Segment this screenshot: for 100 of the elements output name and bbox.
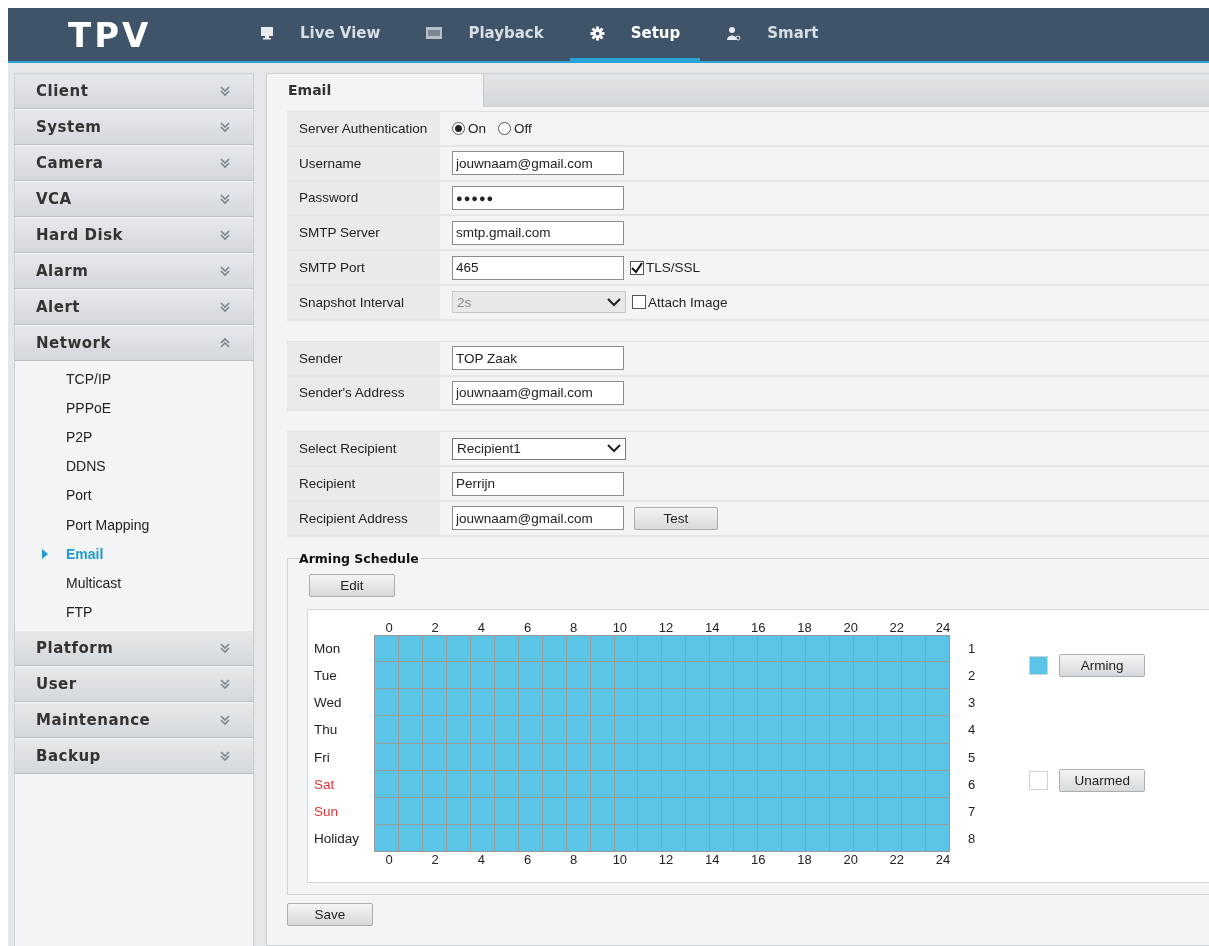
schedule-cell[interactable] bbox=[470, 635, 495, 662]
schedule-cell[interactable] bbox=[614, 689, 639, 717]
sidebar-item[interactable]: FTP bbox=[15, 597, 253, 627]
sidebar-section[interactable]: Backup bbox=[15, 738, 253, 774]
radio-option[interactable]: On bbox=[452, 120, 486, 136]
schedule-cell[interactable] bbox=[494, 716, 519, 744]
sidebar-item[interactable]: PPPoE bbox=[15, 393, 253, 423]
schedule-cell[interactable] bbox=[542, 825, 567, 853]
checkbox[interactable]: TLS/SSL bbox=[630, 260, 701, 276]
schedule-cell[interactable] bbox=[590, 635, 615, 662]
schedule-cell[interactable] bbox=[878, 825, 902, 853]
input-field[interactable]: TOP Zaak bbox=[452, 346, 624, 371]
schedule-cell[interactable] bbox=[662, 797, 687, 826]
sidebar-section[interactable]: System bbox=[15, 110, 253, 145]
schedule-cell[interactable] bbox=[710, 635, 735, 662]
sidebar-section[interactable]: User bbox=[15, 666, 253, 702]
schedule-cell[interactable] bbox=[878, 770, 902, 798]
schedule-cell[interactable] bbox=[901, 689, 926, 717]
schedule-cell[interactable] bbox=[734, 635, 759, 662]
schedule-cell[interactable] bbox=[422, 825, 447, 853]
schedule-cell[interactable] bbox=[518, 825, 543, 853]
schedule-cell[interactable] bbox=[638, 743, 663, 771]
sidebar-section[interactable]: Camera bbox=[15, 146, 253, 181]
radio-option[interactable]: Off bbox=[498, 120, 532, 136]
schedule-cell[interactable] bbox=[446, 825, 471, 853]
schedule-cell[interactable] bbox=[614, 635, 639, 662]
schedule-cell[interactable] bbox=[375, 797, 399, 826]
schedule-cell[interactable] bbox=[758, 797, 783, 826]
sidebar-section[interactable]: Alarm bbox=[15, 254, 253, 289]
schedule-cell[interactable] bbox=[614, 716, 639, 744]
schedule-cell[interactable] bbox=[758, 661, 783, 690]
schedule-cell[interactable] bbox=[662, 825, 687, 853]
schedule-cell[interactable] bbox=[590, 716, 615, 744]
schedule-cell[interactable] bbox=[806, 716, 831, 744]
schedule-cell[interactable] bbox=[782, 743, 807, 771]
schedule-cell[interactable] bbox=[470, 716, 495, 744]
schedule-cell[interactable] bbox=[830, 797, 855, 826]
schedule-cell[interactable] bbox=[854, 825, 878, 853]
schedule-cell[interactable] bbox=[686, 689, 711, 717]
schedule-cell[interactable] bbox=[422, 689, 447, 717]
schedule-cell[interactable] bbox=[590, 689, 615, 717]
schedule-cell[interactable] bbox=[375, 770, 399, 798]
input-field[interactable]: smtp.gmail.com bbox=[452, 220, 624, 245]
schedule-cell[interactable] bbox=[375, 661, 399, 690]
schedule-cell[interactable] bbox=[710, 689, 735, 717]
schedule-cell[interactable] bbox=[758, 825, 783, 853]
schedule-cell[interactable] bbox=[806, 770, 831, 798]
schedule-cell[interactable] bbox=[566, 716, 591, 744]
schedule-cell[interactable] bbox=[686, 661, 711, 690]
schedule-cell[interactable] bbox=[878, 797, 902, 826]
schedule-cell[interactable] bbox=[662, 743, 687, 771]
schedule-cell[interactable] bbox=[806, 825, 831, 853]
schedule-cell[interactable] bbox=[375, 825, 399, 853]
schedule-cell[interactable] bbox=[494, 825, 519, 853]
schedule-cell[interactable] bbox=[734, 797, 759, 826]
schedule-cell[interactable] bbox=[662, 661, 687, 690]
schedule-cell[interactable] bbox=[830, 743, 855, 771]
sidebar-section[interactable]: Maintenance bbox=[15, 702, 253, 738]
save-button[interactable]: Save bbox=[287, 902, 373, 926]
schedule-cell[interactable] bbox=[782, 635, 807, 662]
schedule-cell[interactable] bbox=[710, 825, 735, 853]
sidebar-item[interactable]: P2P bbox=[15, 422, 253, 452]
schedule-cell[interactable] bbox=[901, 825, 926, 853]
schedule-cell[interactable] bbox=[710, 716, 735, 744]
schedule-cell[interactable] bbox=[806, 689, 831, 717]
schedule-cell[interactable] bbox=[638, 716, 663, 744]
input-field[interactable]: 465 bbox=[452, 255, 624, 280]
schedule-cell[interactable] bbox=[758, 689, 783, 717]
schedule-cell[interactable] bbox=[734, 716, 759, 744]
schedule-cell[interactable] bbox=[566, 825, 591, 853]
sidebar-item[interactable]: Multicast bbox=[15, 568, 253, 598]
schedule-cell[interactable] bbox=[758, 635, 783, 662]
schedule-cell[interactable] bbox=[710, 743, 735, 771]
schedule-cell[interactable] bbox=[494, 635, 519, 662]
schedule-cell[interactable] bbox=[686, 825, 711, 853]
schedule-cell[interactable] bbox=[758, 770, 783, 798]
schedule-cell[interactable] bbox=[398, 716, 423, 744]
nav-tab[interactable]: Live View bbox=[240, 8, 401, 61]
schedule-cell[interactable] bbox=[710, 661, 735, 690]
sidebar-item[interactable]: Port bbox=[15, 480, 253, 510]
schedule-cell[interactable] bbox=[494, 689, 519, 717]
legend-button[interactable]: Unarmed bbox=[1059, 768, 1146, 792]
schedule-cell[interactable] bbox=[901, 716, 926, 744]
schedule-cell[interactable] bbox=[542, 716, 567, 744]
schedule-cell[interactable] bbox=[662, 716, 687, 744]
schedule-cell[interactable] bbox=[734, 825, 759, 853]
schedule-cell[interactable] bbox=[830, 770, 855, 798]
schedule-cell[interactable] bbox=[662, 770, 687, 798]
schedule-cell[interactable] bbox=[518, 716, 543, 744]
schedule-cell[interactable] bbox=[398, 825, 423, 853]
schedule-cell[interactable] bbox=[375, 743, 399, 771]
schedule-cell[interactable] bbox=[925, 716, 950, 744]
schedule-cell[interactable] bbox=[925, 635, 950, 662]
schedule-cell[interactable] bbox=[925, 825, 950, 853]
schedule-cell[interactable] bbox=[566, 635, 591, 662]
schedule-cell[interactable] bbox=[806, 797, 831, 826]
schedule-cell[interactable] bbox=[662, 689, 687, 717]
schedule-cell[interactable] bbox=[925, 689, 950, 717]
schedule-cell[interactable] bbox=[446, 716, 471, 744]
schedule-cell[interactable] bbox=[734, 661, 759, 690]
